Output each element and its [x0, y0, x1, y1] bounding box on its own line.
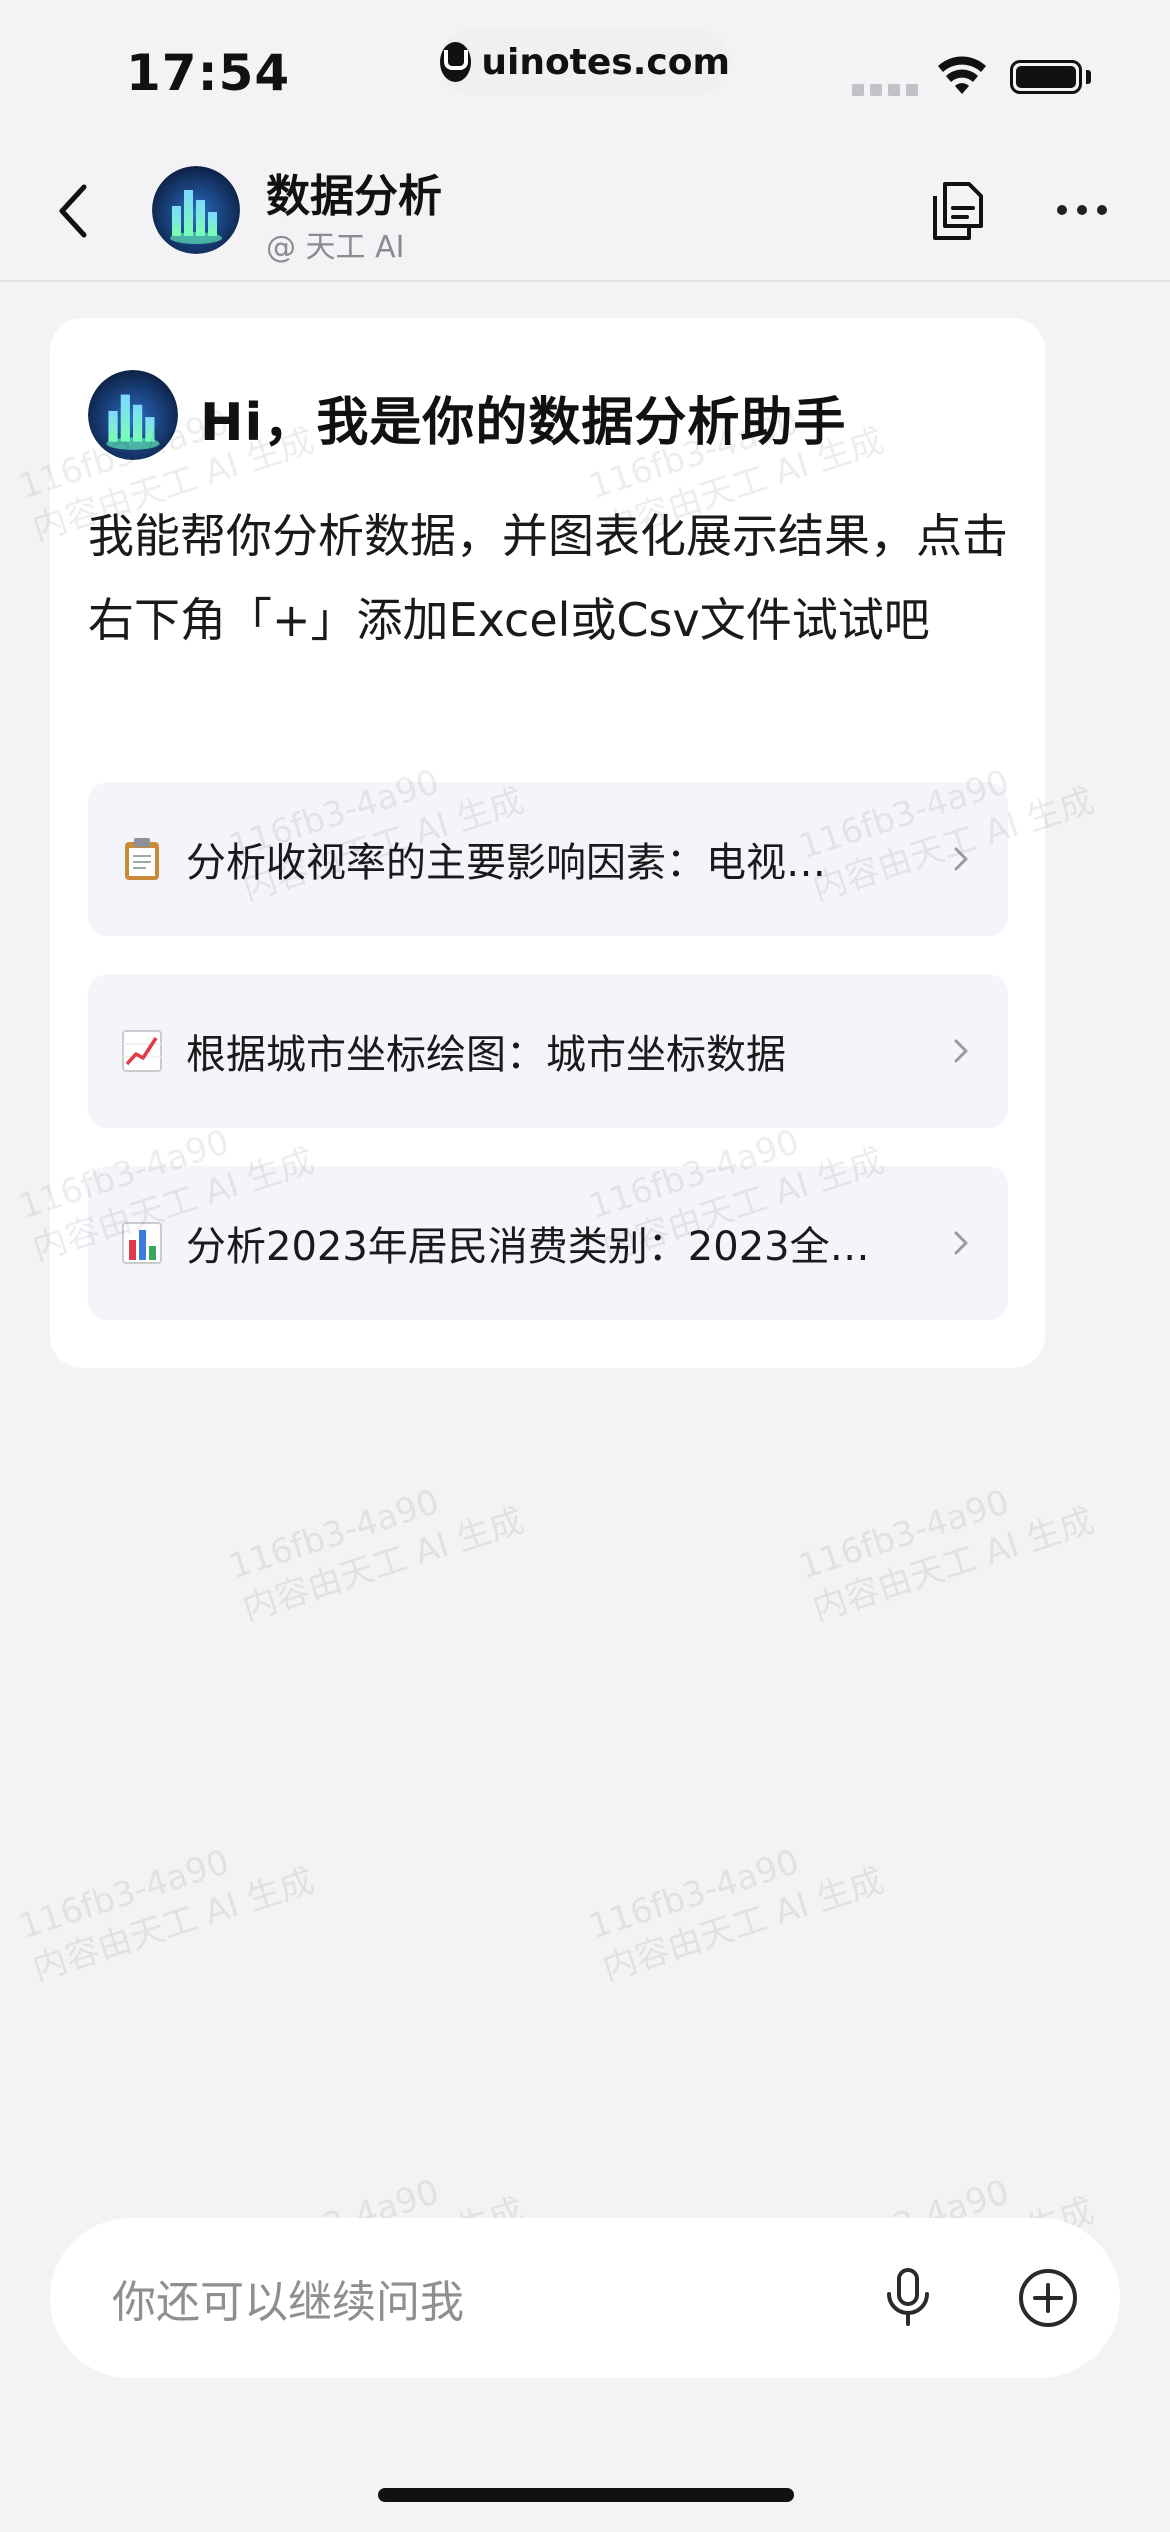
chart-increasing-icon: [120, 1027, 164, 1075]
status-time: 17:54: [126, 44, 291, 102]
message-input-bar[interactable]: 你还可以继续问我: [50, 2218, 1120, 2378]
more-dot-icon: [1077, 205, 1087, 215]
suggestion-label: 分析收视率的主要影响因素：电视…: [186, 840, 826, 886]
more-options-button[interactable]: [1050, 180, 1114, 240]
page-subtitle: @ 天工 AI: [266, 230, 405, 265]
plus-circle-icon: [1019, 2269, 1077, 2327]
microphone-icon: [887, 2268, 929, 2326]
clipboard-icon: [120, 835, 164, 883]
chevron-right-icon: [954, 1039, 968, 1063]
chevron-left-icon: [59, 184, 87, 238]
greeting-heading: Hi，我是你的数据分析助手: [200, 393, 847, 453]
suggestion-item[interactable]: 根据城市坐标绘图：城市坐标数据: [88, 974, 1008, 1128]
chevron-right-icon: [954, 847, 968, 871]
suggestion-label: 分析2023年居民消费类别：2023全…: [186, 1224, 870, 1270]
suggestion-item[interactable]: 分析2023年居民消费类别：2023全…: [88, 1166, 1008, 1320]
voice-input-button[interactable]: [872, 2262, 944, 2334]
status-bar: 17:54 uinotes.com: [0, 0, 1170, 140]
battery-icon: [1010, 60, 1082, 94]
chevron-right-icon: [954, 1231, 968, 1255]
url-pill[interactable]: uinotes.com: [440, 28, 730, 96]
bot-avatar[interactable]: [152, 166, 240, 254]
more-dot-icon: [1097, 205, 1107, 215]
battery-tip: [1086, 70, 1091, 84]
welcome-card: Hi，我是你的数据分析助手 我能帮你分析数据，并图表化展示结果，点击右下角「+」…: [50, 318, 1045, 1368]
more-dot-icon: [1057, 205, 1067, 215]
chat-header: 数据分析 @ 天工 AI: [0, 140, 1170, 282]
watermark: 116fb3-4a90内容由天工 AI 生成: [224, 1481, 529, 1630]
data-analysis-logo-icon: [152, 166, 240, 254]
suggestion-label: 根据城市坐标绘图：城市坐标数据: [186, 1032, 786, 1078]
suggestion-item[interactable]: 分析收视率的主要影响因素：电视…: [88, 782, 1008, 936]
message-input[interactable]: 你还可以继续问我: [112, 2266, 464, 2330]
wifi-icon: [938, 56, 986, 94]
documents-button[interactable]: [924, 176, 990, 246]
site-logo-icon: [440, 42, 472, 82]
documents-icon: [933, 182, 983, 240]
add-file-button[interactable]: [1012, 2262, 1084, 2334]
data-analysis-logo-icon: [88, 370, 178, 460]
assistant-avatar: [88, 370, 178, 460]
home-indicator: [378, 2488, 794, 2502]
page-title: 数据分析: [266, 171, 442, 222]
url-text: uinotes.com: [481, 41, 730, 83]
cellular-signal-icon: [852, 84, 918, 96]
watermark: 116fb3-4a90内容由天工 AI 生成: [584, 1841, 889, 1990]
bar-chart-icon: [120, 1219, 164, 1267]
watermark: 116fb3-4a90内容由天工 AI 生成: [14, 1841, 319, 1990]
intro-text: 我能帮你分析数据，并图表化展示结果，点击右下角「+」添加Excel或Csv文件试…: [88, 509, 1008, 647]
back-button[interactable]: [44, 176, 104, 246]
watermark: 116fb3-4a90内容由天工 AI 生成: [794, 1481, 1099, 1630]
